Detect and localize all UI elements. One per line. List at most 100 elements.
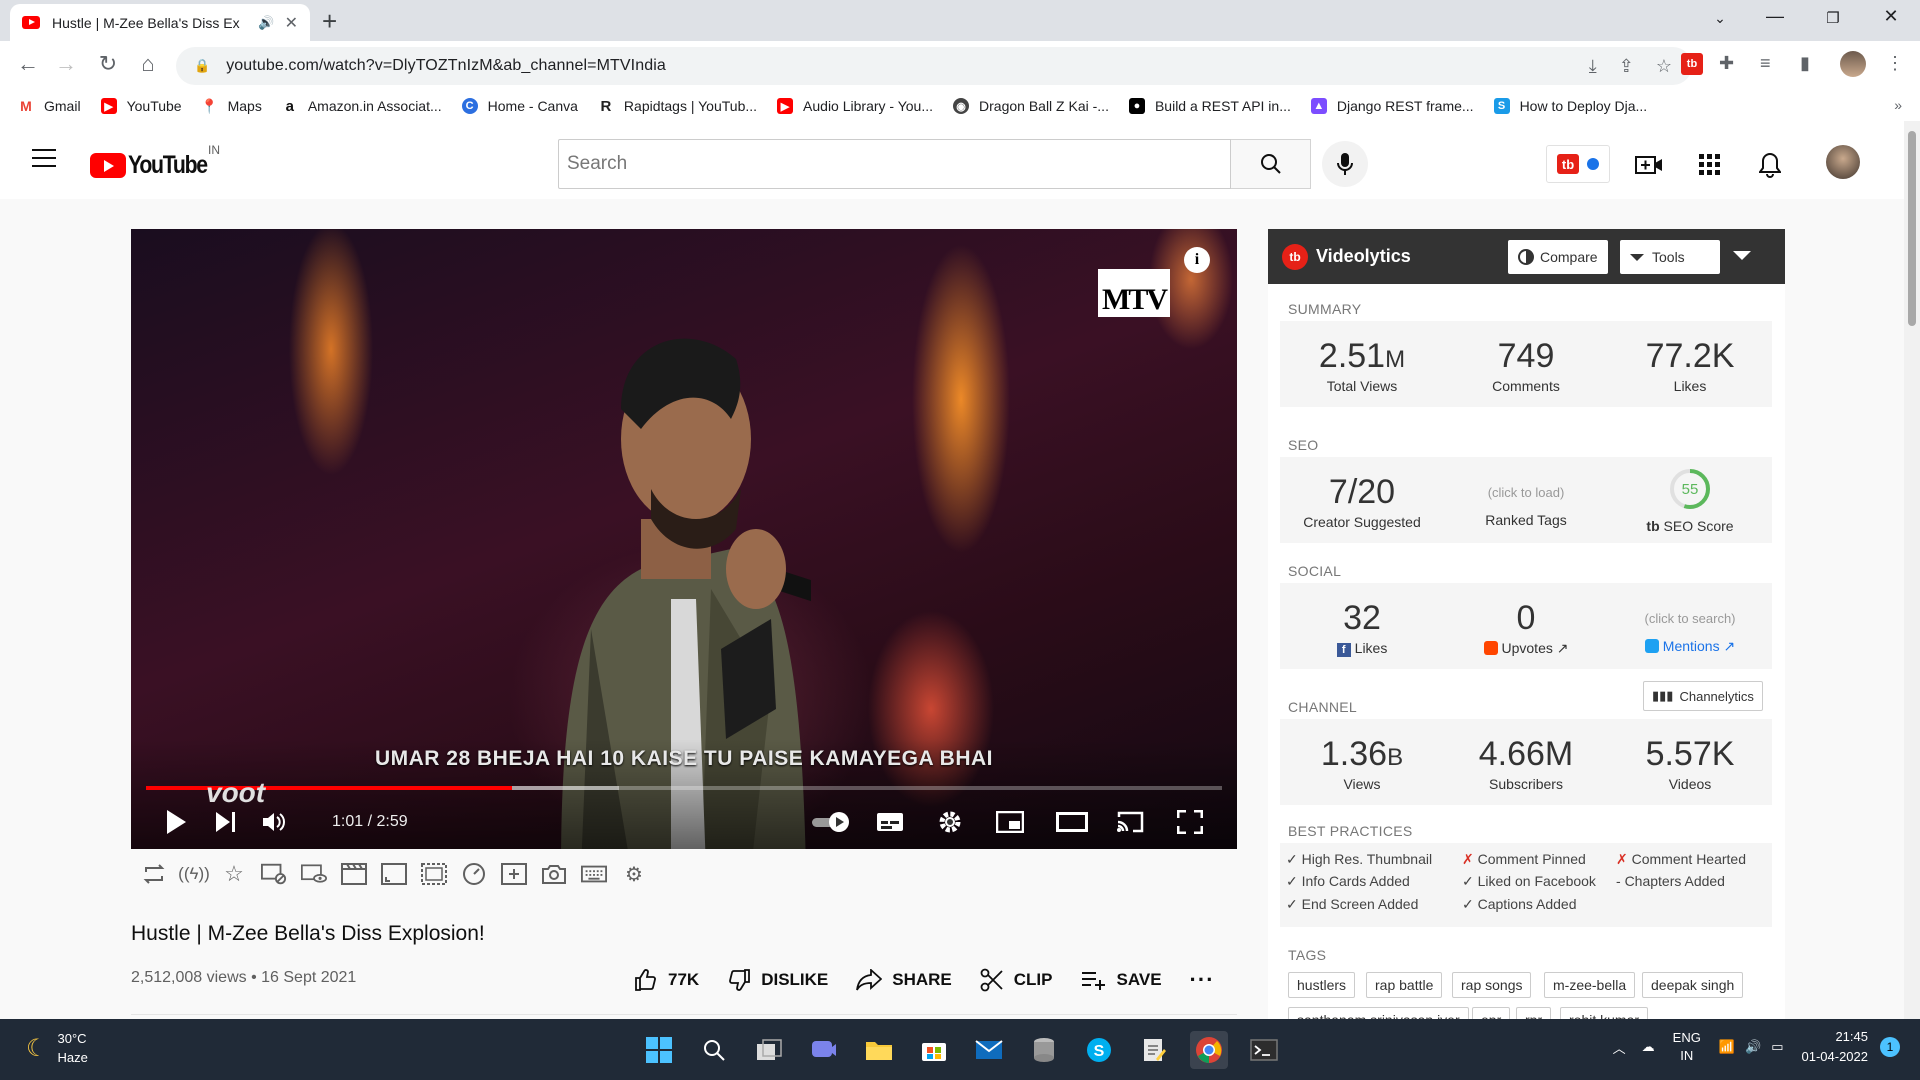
tools-button[interactable]: Tools bbox=[1620, 240, 1720, 274]
dislike-button[interactable]: DISLIKE bbox=[727, 968, 828, 992]
bookmark-item[interactable]: ◉ Dragon Ball Z Kai -... bbox=[953, 98, 1109, 114]
weather-widget[interactable]: ☾ 30°C Haze bbox=[26, 1029, 88, 1067]
fullscreen-button[interactable] bbox=[1175, 804, 1205, 840]
clip-button[interactable]: CLIP bbox=[980, 968, 1053, 992]
reload-icon[interactable]: ↻ bbox=[94, 51, 122, 77]
window-close-icon[interactable]: ✕ bbox=[1876, 6, 1906, 27]
theater-mode-button[interactable] bbox=[1055, 804, 1089, 840]
browser-tab-active[interactable]: Hustle | M-Zee Bella's Diss Ex 🔊 ✕ bbox=[10, 4, 310, 41]
frame-icon[interactable] bbox=[381, 861, 407, 887]
mail-icon[interactable] bbox=[970, 1031, 1008, 1069]
tag-chip[interactable]: santhanam srinivasan iyer bbox=[1288, 1007, 1469, 1019]
page-scrollbar[interactable] bbox=[1904, 121, 1920, 1019]
extensions-puzzle-icon[interactable]: ✚ bbox=[1719, 53, 1734, 74]
play-button[interactable] bbox=[161, 804, 191, 840]
tab-search-icon[interactable]: ⌄ bbox=[1705, 10, 1735, 27]
tubebuddy-extension-icon[interactable]: tb bbox=[1681, 53, 1703, 75]
settings-gear-icon[interactable]: ⚙ bbox=[621, 861, 647, 887]
create-video-icon[interactable] bbox=[1634, 151, 1664, 179]
bookmark-item[interactable]: ▲ Django REST frame... bbox=[1310, 98, 1474, 114]
cast-button[interactable] bbox=[1115, 804, 1145, 840]
save-button[interactable]: SAVE bbox=[1081, 970, 1162, 990]
clapperboard-icon[interactable] bbox=[341, 861, 367, 887]
tag-chip[interactable]: hustlers bbox=[1288, 972, 1356, 998]
back-icon[interactable]: ← bbox=[14, 51, 42, 77]
block-ads-icon[interactable] bbox=[261, 861, 287, 887]
new-tab-icon[interactable]: + bbox=[322, 6, 337, 37]
show-hidden-icons-icon[interactable]: ︿ bbox=[1613, 1038, 1626, 1057]
tag-chip[interactable]: rohit kumar bbox=[1560, 1007, 1649, 1019]
skype-icon[interactable]: S bbox=[1080, 1031, 1118, 1069]
notification-badge[interactable]: 1 bbox=[1880, 1037, 1900, 1057]
autoplay-toggle[interactable] bbox=[809, 804, 853, 840]
more-actions-icon[interactable]: ··· bbox=[1190, 967, 1215, 993]
search-input[interactable]: Search bbox=[558, 139, 1231, 189]
side-panel-icon[interactable]: ▮ bbox=[1800, 53, 1810, 74]
channelytics-button[interactable]: ▮▮▮ Channelytics bbox=[1643, 681, 1763, 711]
bookmark-item[interactable]: M Gmail bbox=[18, 98, 80, 114]
bookmark-item[interactable]: a Amazon.in Associat... bbox=[282, 98, 442, 115]
search-icon[interactable] bbox=[695, 1031, 733, 1069]
wifi-icon[interactable]: 📶 bbox=[1719, 1039, 1735, 1055]
tag-chip[interactable]: rap battle bbox=[1366, 972, 1443, 998]
add-screenshot-icon[interactable] bbox=[501, 861, 527, 887]
microsoft-store-icon[interactable] bbox=[915, 1031, 953, 1069]
collapse-panel-icon[interactable] bbox=[1733, 251, 1751, 260]
more-bookmarks-icon[interactable]: » bbox=[1894, 97, 1902, 113]
minimize-icon[interactable]: — bbox=[1760, 6, 1790, 27]
like-button[interactable]: 77K bbox=[634, 968, 699, 992]
settings-button[interactable] bbox=[935, 804, 965, 840]
bookmark-item[interactable]: ▶ Audio Library - You... bbox=[777, 98, 933, 114]
terminal-icon[interactable] bbox=[1245, 1031, 1283, 1069]
tag-chip[interactable]: m-zee-bella bbox=[1544, 972, 1636, 998]
volume-button[interactable] bbox=[259, 804, 289, 840]
bookmark-item[interactable]: S How to Deploy Dja... bbox=[1493, 98, 1647, 114]
compare-button[interactable]: Compare bbox=[1508, 240, 1608, 274]
scrollbar-thumb[interactable] bbox=[1908, 131, 1916, 326]
seo-score-stat[interactable]: 55 tb SEO Score bbox=[1608, 467, 1772, 534]
chrome-menu-icon[interactable]: ⋮ bbox=[1886, 53, 1904, 74]
notepad-icon[interactable] bbox=[1135, 1031, 1173, 1069]
twitter-mentions-stat[interactable]: (click to search) Mentions ↗ bbox=[1608, 611, 1772, 655]
progress-bar[interactable] bbox=[146, 786, 1222, 790]
clock[interactable]: 21:45 01-04-2022 bbox=[1802, 1027, 1869, 1067]
next-button[interactable] bbox=[211, 804, 241, 840]
tag-chip[interactable]: epr bbox=[1472, 1007, 1511, 1019]
youtube-logo[interactable]: YouTube IN bbox=[90, 143, 221, 180]
speed-icon[interactable] bbox=[461, 861, 487, 887]
reddit-upvotes-stat[interactable]: 0 Upvotes ↗ bbox=[1444, 599, 1608, 657]
restore-icon[interactable]: ❐ bbox=[1818, 9, 1848, 27]
file-explorer-icon[interactable] bbox=[860, 1031, 898, 1069]
install-app-icon[interactable]: ⤓ bbox=[1589, 56, 1597, 77]
task-view-icon[interactable] bbox=[750, 1031, 788, 1069]
tag-chip[interactable]: rpr bbox=[1516, 1007, 1552, 1019]
bookmark-star-icon[interactable]: ☆ bbox=[1656, 56, 1672, 77]
address-bar[interactable]: 🔒 youtube.com/watch?v=DlyTOZTnIzM&ab_cha… bbox=[176, 47, 1692, 85]
forward-icon[interactable]: → bbox=[52, 51, 80, 77]
reading-list-icon[interactable]: ≡ bbox=[1760, 53, 1771, 74]
tag-chip[interactable]: deepak singh bbox=[1642, 972, 1744, 998]
bookmark-item[interactable]: ▶ YouTube bbox=[100, 98, 182, 114]
voice-search-button[interactable] bbox=[1322, 141, 1368, 187]
bookmark-item[interactable]: 📍 Maps bbox=[201, 98, 262, 115]
creator-suggested-stat[interactable]: 7/20 Creator Suggested bbox=[1280, 473, 1444, 530]
battery-icon[interactable]: ▭ bbox=[1771, 1039, 1783, 1055]
teams-chat-icon[interactable] bbox=[805, 1031, 843, 1069]
home-icon[interactable]: ⌂ bbox=[134, 51, 162, 77]
apps-grid-icon[interactable] bbox=[1695, 151, 1725, 179]
search-button[interactable] bbox=[1231, 139, 1311, 189]
close-tab-icon[interactable]: ✕ bbox=[285, 13, 298, 33]
lock-icon[interactable]: 🔒 bbox=[194, 58, 210, 74]
bookmark-item[interactable]: ● Build a REST API in... bbox=[1128, 98, 1291, 114]
profile-avatar[interactable] bbox=[1840, 51, 1866, 77]
video-player[interactable]: MTV i UMAR 28 BHEJA HAI 10 KAISE TU PAIS… bbox=[131, 229, 1237, 849]
loop-icon[interactable] bbox=[141, 861, 167, 887]
star-icon[interactable]: ☆ bbox=[221, 861, 247, 887]
database-icon[interactable] bbox=[1025, 1031, 1063, 1069]
stereo-icon[interactable]: ((ϟ)) bbox=[178, 861, 210, 887]
start-windows-icon[interactable] bbox=[640, 1031, 678, 1069]
share-button[interactable]: SHARE bbox=[856, 969, 952, 991]
account-avatar[interactable] bbox=[1826, 145, 1860, 179]
language-indicator[interactable]: ENG IN bbox=[1673, 1029, 1701, 1065]
ranked-tags-stat[interactable]: (click to load) Ranked Tags bbox=[1444, 485, 1608, 528]
